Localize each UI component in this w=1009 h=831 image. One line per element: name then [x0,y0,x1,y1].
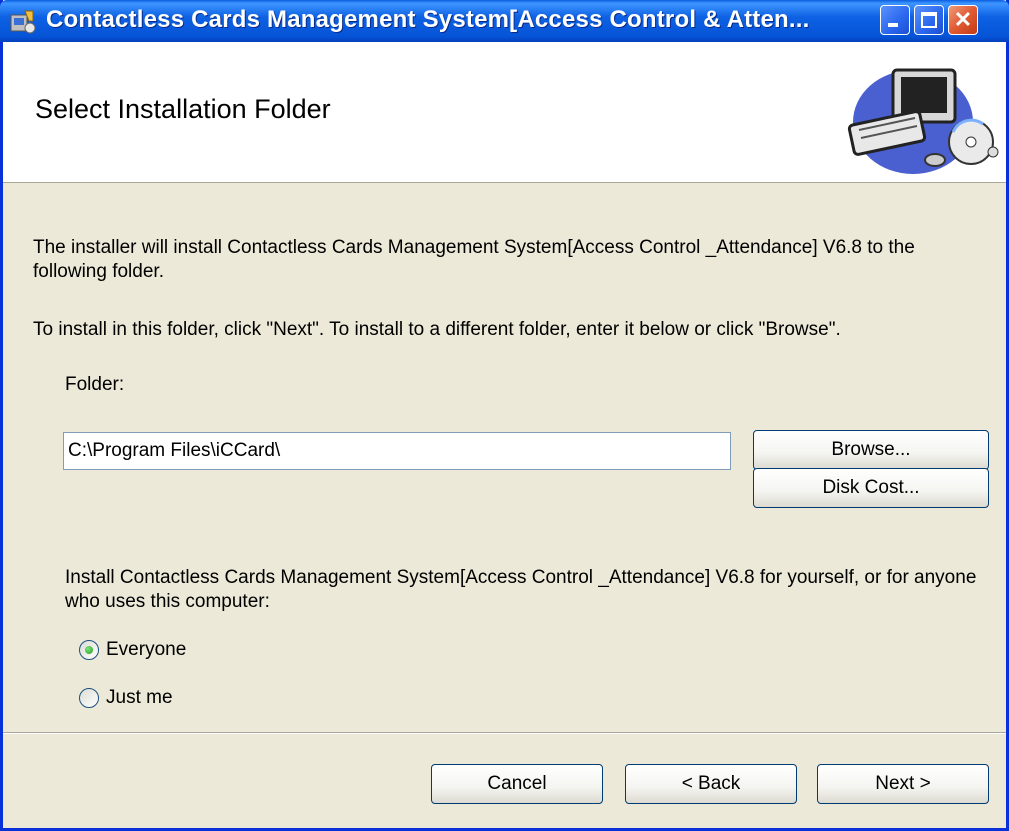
radio-everyone-circle[interactable] [79,640,99,660]
disk-cost-button[interactable]: Disk Cost... [753,468,989,508]
radio-everyone-label[interactable]: Everyone [106,638,186,662]
radio-just-me-circle[interactable] [79,688,99,708]
computer-disc-icon [847,68,999,174]
close-button[interactable]: ✕ [948,5,978,35]
intro-text: The installer will install Contactless C… [33,237,915,282]
page-title: Select Installation Folder [35,94,331,124]
back-button[interactable]: < Back [625,764,797,804]
radio-selected-dot [85,646,93,654]
instruction-text: To install in this folder, click "Next".… [33,319,841,340]
installer-app-icon [8,7,36,35]
folder-label: Folder: [65,374,125,395]
radio-just-me-label[interactable]: Just me [106,686,173,710]
footer-separator [3,732,1006,734]
maximize-icon [921,12,937,28]
close-icon: ✕ [953,7,973,32]
install-for-text: Install Contactless Cards Management Sys… [65,567,977,612]
title-bar[interactable]: Contactless Cards Management System[Acce… [0,0,1009,42]
cancel-button[interactable]: Cancel [431,764,603,804]
folder-input[interactable] [63,432,731,470]
window-title: Contactless Cards Management System[Acce… [46,6,810,33]
installer-window: Contactless Cards Management System[Acce… [0,0,1009,831]
next-button[interactable]: Next > [817,764,989,804]
header-banner: Select Installation Folder [3,42,1006,183]
minimize-icon [888,23,898,27]
minimize-button[interactable] [880,5,910,35]
maximize-button[interactable] [914,5,944,35]
browse-button[interactable]: Browse... [753,430,989,470]
